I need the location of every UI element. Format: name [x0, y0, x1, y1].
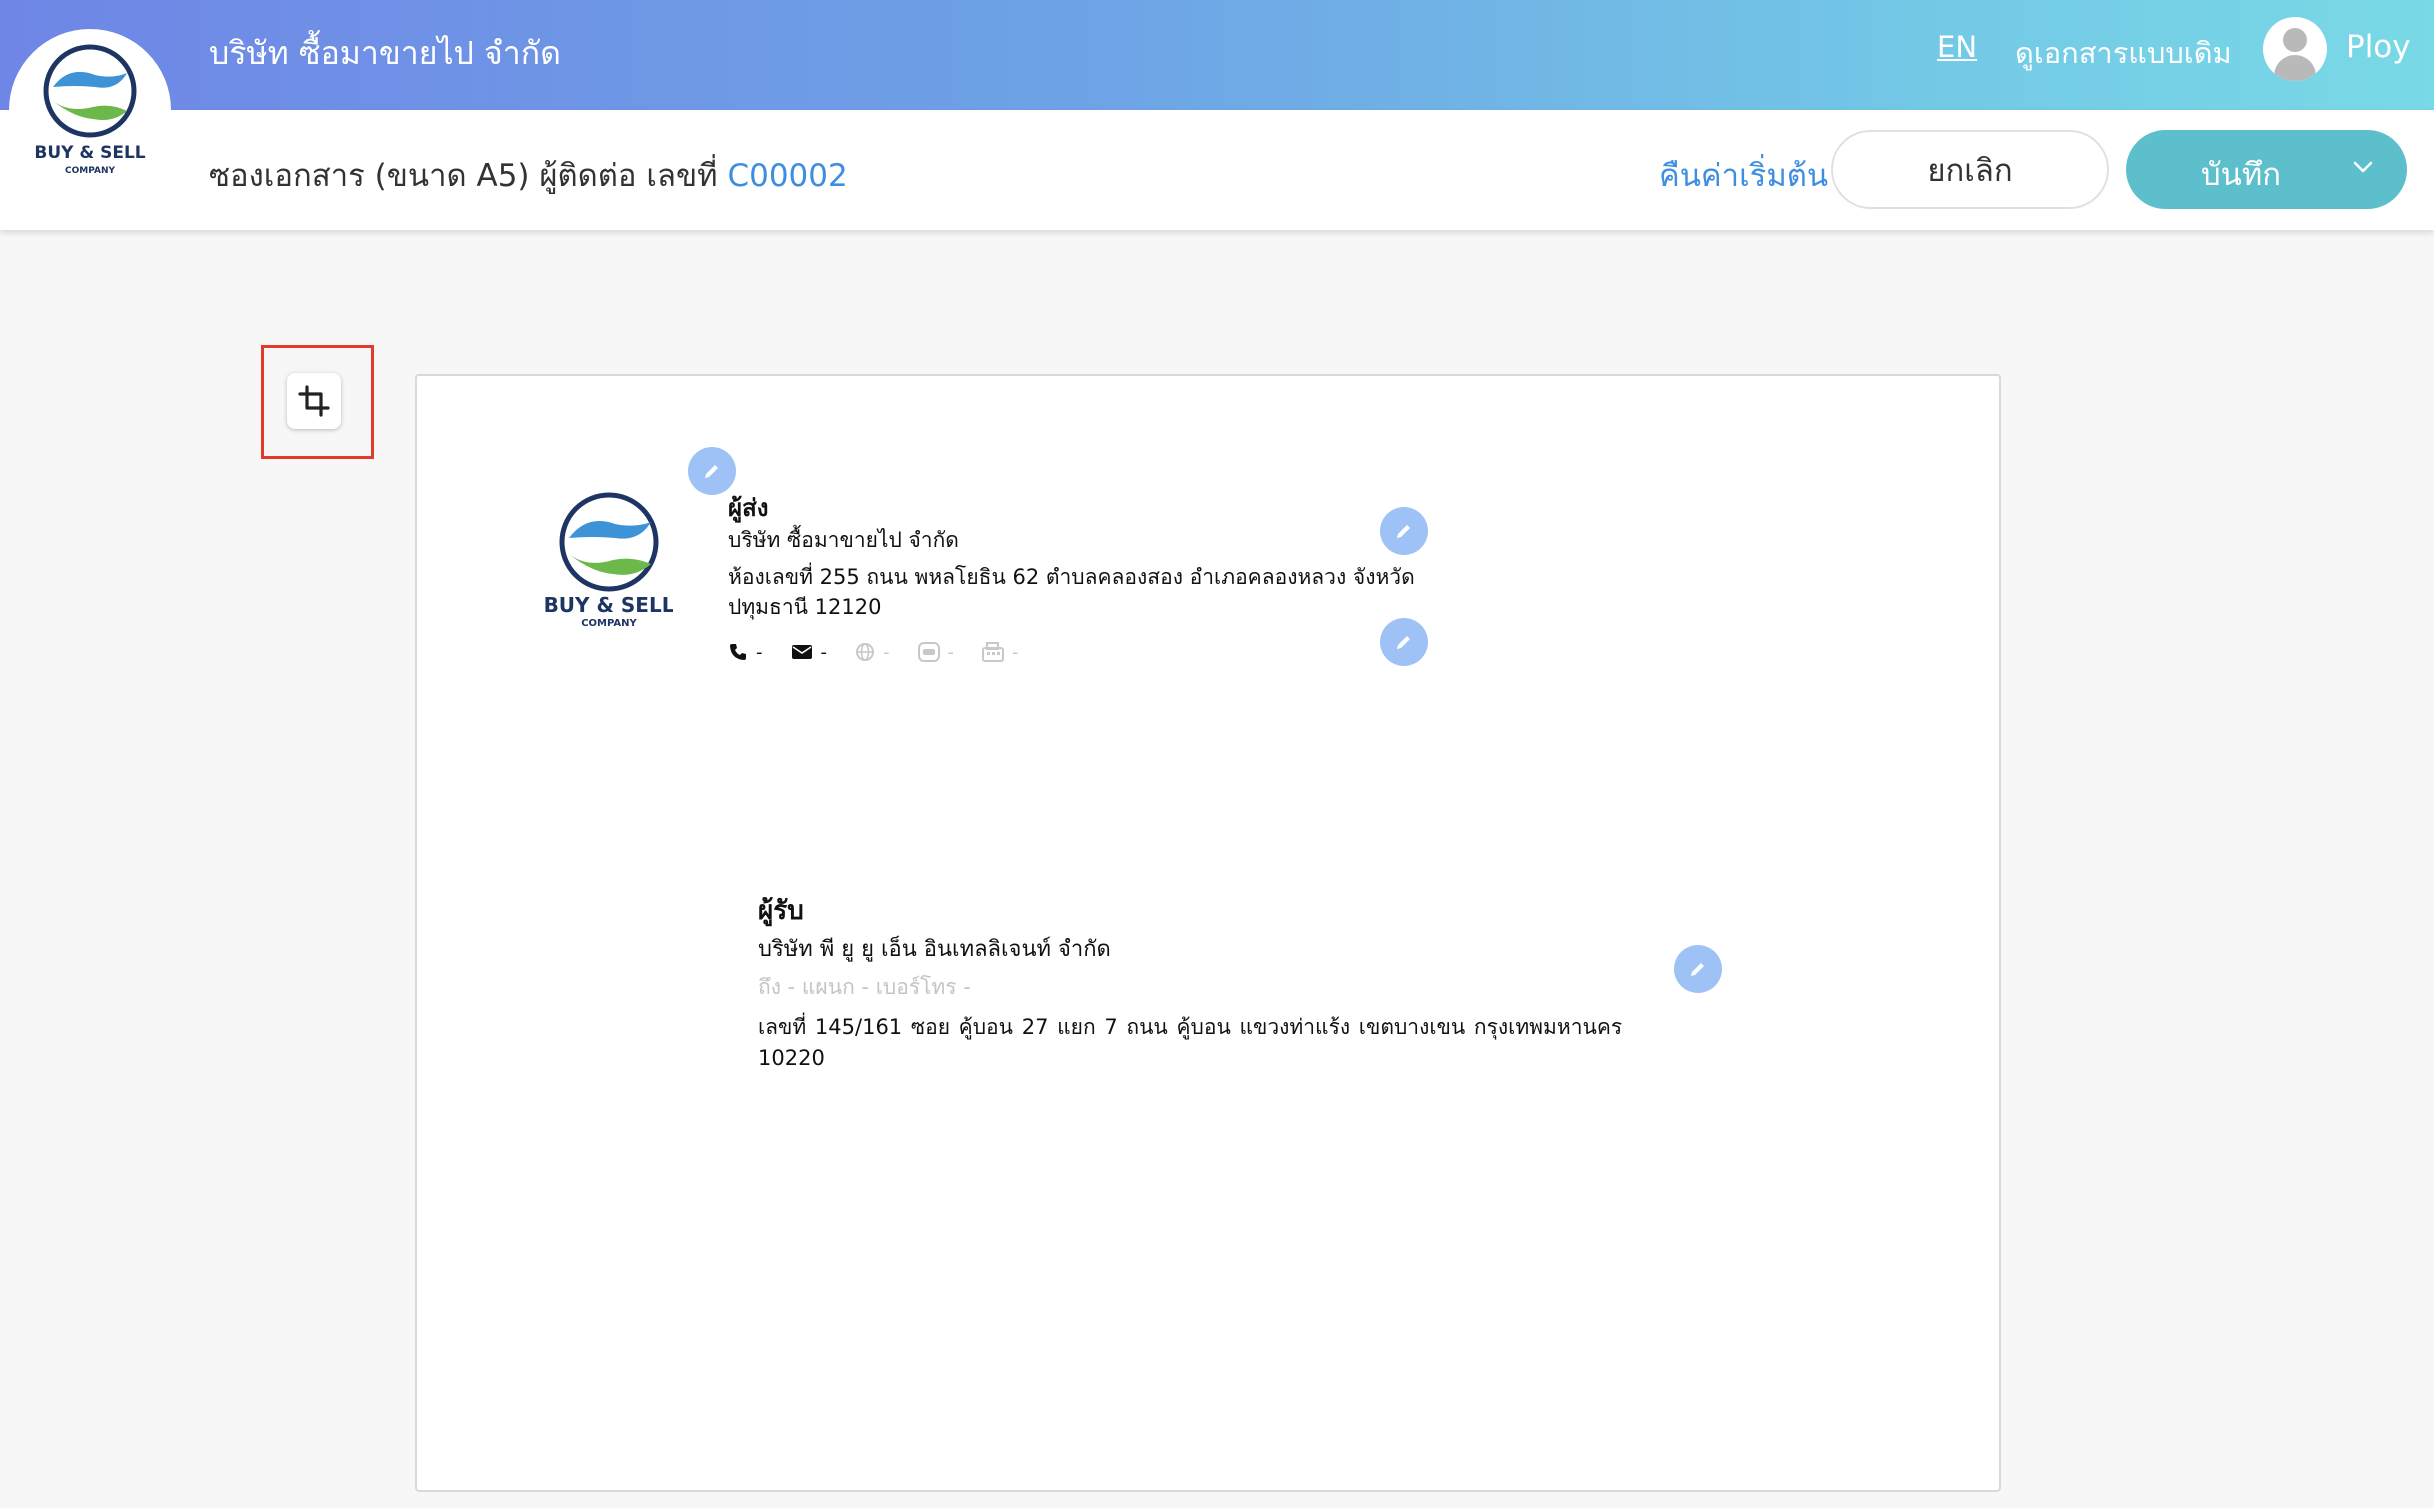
save-button[interactable]: บันทึก	[2126, 130, 2407, 209]
reset-default-link[interactable]: คืนค่าเริ่มต้น	[1659, 150, 1828, 200]
sender-address: ห้องเลขที่ 255 ถนน พหลโยธิน 62 ตำบลคลองส…	[728, 565, 1415, 619]
crop-icon	[298, 385, 330, 417]
logo-text-sub: COMPANY	[581, 618, 637, 629]
edit-receiver-button[interactable]	[1674, 945, 1722, 993]
chevron-down-icon[interactable]	[2348, 152, 2378, 182]
contact-fax-value: -	[1012, 641, 1019, 663]
crop-button[interactable]	[287, 373, 341, 429]
pencil-icon	[1397, 525, 1410, 538]
language-toggle-en[interactable]: EN	[1937, 30, 1977, 64]
contact-website: -	[855, 642, 890, 663]
contact-phone-value: -	[756, 641, 763, 663]
globe-icon	[856, 643, 874, 661]
top-bar: บริษัท ซื้อมาขายไป จำกัด EN ดูเอกสารแบบเ…	[0, 0, 2434, 110]
pencil-icon	[705, 465, 718, 478]
receiver-heading: ผู้รับ	[758, 896, 804, 926]
company-title: บริษัท ซื้อมาขายไป จำกัด	[209, 34, 561, 72]
contact-email: -	[791, 641, 828, 663]
fax-icon	[982, 642, 1004, 662]
pencil-icon	[1691, 963, 1704, 976]
avatar[interactable]	[2263, 17, 2327, 81]
page-title: ซองเอกสาร (ขนาด A5) ผู้ติดต่อ เลขที่ C00…	[209, 150, 848, 200]
phone-icon	[730, 644, 746, 660]
receiver-address: เลขที่ 145/161 ซอย คู้บอน 27 แยก 7 ถนน ค…	[758, 1015, 1623, 1070]
sender-contact-row: - - - - -	[728, 638, 1047, 666]
document-toolbar: ซองเอกสาร (ขนาด A5) ผู้ติดต่อ เลขที่ C00…	[0, 110, 2434, 230]
contact-email-value: -	[820, 641, 828, 663]
receiver-name: บริษัท พี ยู ยู เอ็น อินเทลลิเจนท์ จำกัด	[758, 937, 1111, 962]
contact-fax: -	[982, 642, 1019, 663]
logo-text-sub: COMPANY	[65, 166, 115, 176]
contact-line-value: -	[947, 641, 955, 663]
doc-title-text: ซองเอกสาร (ขนาด A5) ผู้ติดต่อ เลขที่	[209, 158, 718, 194]
old-document-link[interactable]: ดูเอกสารแบบเดิม	[2015, 30, 2232, 76]
avatar-head	[2283, 28, 2307, 52]
contact-website-value: -	[883, 641, 890, 663]
handshake-logo-icon: BUY & SELL COMPANY	[544, 492, 675, 629]
save-button-label: บันทึก	[2201, 157, 2282, 193]
doc-code-link[interactable]: C00002	[727, 158, 847, 194]
cancel-button[interactable]: ยกเลิก	[1831, 130, 2109, 209]
handshake-logo-icon: BUY & SELL COMPANY	[34, 44, 146, 176]
receiver-attention-line: ถึง - แผนก - เบอร์โทร -	[758, 975, 971, 999]
sender-name: บริษัท ซื้อมาขายไป จำกัด	[728, 528, 959, 552]
envelope-icon	[791, 645, 812, 659]
company-logo[interactable]: BUY & SELL COMPANY	[9, 29, 171, 191]
line-icon	[917, 642, 940, 662]
avatar-body	[2274, 55, 2316, 81]
sender-heading: ผู้ส่ง	[728, 494, 769, 522]
logo-text-main: BUY & SELL	[34, 143, 145, 163]
edit-sender-contact-button[interactable]	[1380, 618, 1428, 666]
sender-logo: BUY & SELL COMPANY	[544, 490, 675, 634]
contact-phone: -	[728, 642, 763, 663]
logo-text-main: BUY & SELL	[545, 593, 673, 617]
edit-sender-info-button[interactable]	[1380, 507, 1428, 555]
username[interactable]: Ploy	[2346, 29, 2411, 65]
pencil-icon	[1397, 636, 1410, 649]
contact-line: -	[917, 641, 955, 663]
